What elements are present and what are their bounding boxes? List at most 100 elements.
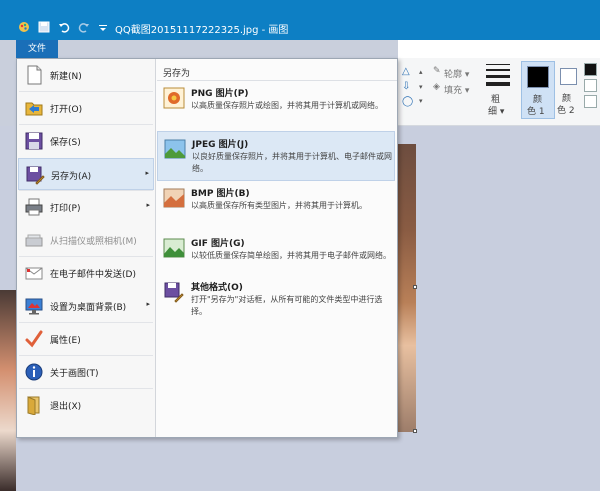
resize-handle-corner[interactable] [413,429,417,433]
resize-handle-right[interactable] [413,285,417,289]
size-line-3 [486,75,510,78]
file-menu-divider [155,59,156,437]
menu-item-from-scanner: 从扫描仪或照相机(M) [18,224,154,256]
palette-color-black[interactable] [584,63,597,76]
menu-separator [19,91,153,92]
menu-separator [19,355,153,356]
submenu-item-title: 其他格式(O) [191,283,243,293]
other-formats-icon [163,281,185,303]
menu-item-label: 新建(N) [50,72,82,82]
customize-toolbar-icon[interactable] [98,21,110,33]
submenu-arrow-icon: ▸ [146,300,150,308]
save-as-gif[interactable]: GIF 图片(G) 以较低质量保存简单绘图，并将其用于电子邮件或网络。 [157,231,395,281]
color1-swatch [527,66,549,88]
color-palette [584,63,600,111]
submenu-item-title: BMP 图片(B) [191,189,250,199]
menu-item-label: 关于画图(T) [50,369,99,379]
submenu-item-description: 以较低质量保存简单绘图，并将其用于电子邮件或网络。 [191,251,391,260]
menu-separator [19,190,153,191]
outline-icon: ✎ [433,66,441,76]
ribbon-tabs-row [398,40,600,58]
save-as-submenu-title: 另存为 [163,69,191,79]
menu-item-save[interactable]: 保存(S) [18,125,154,157]
undo-icon[interactable] [58,21,70,33]
arrow-shape-icon[interactable]: ⇩ [402,81,410,92]
desktop-background-icon [24,296,44,316]
jpeg-image-icon [164,138,186,160]
size-line-1 [486,64,510,65]
redo-icon[interactable] [78,21,90,33]
palette-color-white[interactable] [584,79,597,92]
png-image-icon [163,87,185,109]
submenu-item-description: 以高质量保存所有类型图片，并将其用于计算机。 [191,201,367,210]
submenu-item-title: GIF 图片(G) [191,239,245,249]
menu-separator [19,124,153,125]
size-label-line2: 细 ▾ [488,107,505,117]
save-icon[interactable] [38,21,50,33]
callout-shape-icon[interactable]: ◯ [402,96,413,107]
menu-item-save-as[interactable]: 另存为(A) ▸ [18,158,154,190]
menu-item-set-desktop-background[interactable]: 设置为桌面背景(B) ▸ [18,290,154,322]
menu-item-exit[interactable]: 退出(X) [18,389,154,421]
file-tab[interactable]: 文件 [16,40,58,58]
checkmark-icon [24,329,44,349]
shapes-scroll-down-icon[interactable]: ▾ [419,83,423,91]
menu-item-label: 打开(O) [50,105,83,115]
save-as-other-formats[interactable]: 其他格式(O) 打开"另存为"对话框，从所有可能的文件类型中进行选择。 [157,275,395,325]
shapes-scroll-up-icon[interactable]: ▴ [419,68,423,76]
gif-image-icon [163,237,185,259]
menu-item-about[interactable]: 关于画图(T) [18,356,154,388]
menu-item-open[interactable]: 打开(O) [18,92,154,124]
menu-item-label: 打印(P) [50,204,81,214]
fill-dropdown[interactable]: 填充 ▾ [444,83,469,96]
color1-label-line2: 色 1 [527,107,545,117]
save-as-icon [25,165,45,185]
image-canvas-left-edge[interactable] [0,290,16,491]
exit-icon [24,395,44,416]
submenu-item-description: 打开"另存为"对话框，从所有可能的文件类型中进行选择。 [191,295,383,316]
size-button[interactable]: 粗 细 ▾ [482,62,514,118]
menu-item-label: 设置为桌面背景(B) [50,303,127,313]
menu-item-label: 保存(S) [50,138,81,148]
submenu-item-title: PNG 图片(P) [191,89,249,99]
submenu-item-description: 以高质量保存照片或绘图，并将其用于计算机或网络。 [191,101,383,110]
scanner-icon [24,230,44,250]
title-bar: QQ截图20151117222325.jpg - 画图 [0,0,600,40]
open-folder-icon [24,98,44,118]
outline-dropdown[interactable]: 轮廓 ▾ [444,67,469,80]
save-as-jpeg[interactable]: JPEG 图片(J) 以良好质量保存照片，并将其用于计算机、电子邮件或网络。 [157,131,395,181]
size-line-2 [486,69,510,71]
save-disk-icon [24,131,44,151]
submenu-item-description: 以良好质量保存照片，并将其用于计算机、电子邮件或网络。 [192,152,392,173]
menu-item-new[interactable]: 新建(N) [18,59,154,91]
color2-label-line2: 色 2 [557,106,575,116]
menu-item-label: 另存为(A) [51,172,92,182]
menu-item-send-email[interactable]: 在电子邮件中发送(D) [18,257,154,289]
printer-icon [24,197,44,217]
menu-item-label: 从扫描仪或照相机(M) [50,237,137,247]
quick-access-toolbar [18,21,110,33]
menu-separator [19,322,153,323]
email-icon [24,263,44,283]
menu-separator [19,388,153,389]
color2-button[interactable]: 颜 色 2 [557,61,583,119]
fill-icon: ◈ [433,82,440,92]
size-line-4 [486,82,510,86]
save-as-bmp[interactable]: BMP 图片(B) 以高质量保存所有类型图片，并将其用于计算机。 [157,181,395,231]
menu-item-label: 退出(X) [50,402,82,412]
submenu-arrow-icon: ▸ [145,169,149,177]
palette-color-empty[interactable] [584,95,597,108]
triangle-shape-icon[interactable]: △ [402,66,410,77]
submenu-arrow-icon: ▸ [146,201,150,209]
info-icon [24,362,44,382]
menu-separator [19,256,153,257]
menu-item-properties[interactable]: 属性(E) [18,323,154,355]
shapes-expand-icon[interactable]: ▾ [419,97,423,105]
color1-button[interactable]: 颜 色 1 [521,61,555,119]
file-menu: 新建(N) 打开(O) 保存(S) 另存为(A) ▸ 打印(P) ▸ 从扫描仪或… [16,58,398,438]
submenu-item-title: JPEG 图片(J) [192,140,249,150]
paint-app-icon[interactable] [18,21,30,33]
new-file-icon [24,65,44,85]
save-as-png[interactable]: PNG 图片(P) 以高质量保存照片或绘图，并将其用于计算机或网络。 [157,81,395,131]
menu-item-print[interactable]: 打印(P) ▸ [18,191,154,223]
